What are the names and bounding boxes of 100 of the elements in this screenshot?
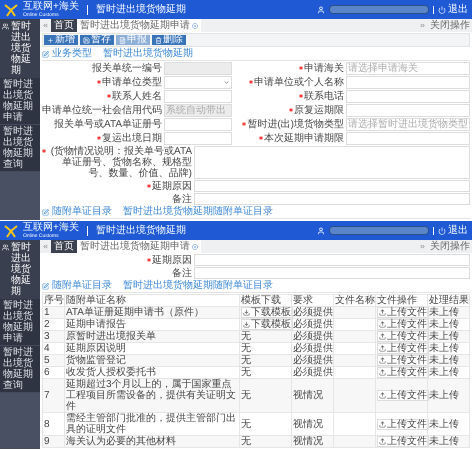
toolbar-button[interactable]: 暂存: [80, 35, 114, 45]
upload-button[interactable]: 上传文件: [377, 319, 429, 330]
upload-icon: [379, 420, 386, 428]
input-field[interactable]: [164, 132, 232, 145]
input-field[interactable]: [346, 132, 470, 145]
section-subtitle[interactable]: 暂时进出境货物延期: [103, 48, 193, 60]
logo-text: 互联网+海关: [23, 222, 79, 233]
table-cell: 海关认为必要的其他材料: [64, 436, 240, 448]
template-text: 无: [241, 343, 251, 354]
upload-button[interactable]: 上传文件: [377, 367, 429, 378]
input-field[interactable]: [346, 76, 470, 89]
text-area[interactable]: [194, 180, 470, 192]
toolbar-button[interactable]: 删除: [152, 35, 186, 45]
close-icon[interactable]: [192, 22, 198, 28]
template-text: 无: [241, 418, 251, 430]
section-title[interactable]: 随附单证目录: [52, 206, 112, 218]
upload-button[interactable]: 上传文件: [377, 307, 429, 318]
upload-button[interactable]: 上传文件: [377, 390, 429, 401]
upload-icon: [379, 392, 386, 399]
tab[interactable]: 暂时进出境货物延期申请: [77, 19, 201, 32]
section-subtitle[interactable]: 暂时进出境货物延期随附单证目录: [123, 280, 273, 292]
button-icon: [119, 36, 126, 44]
field-label: 申请单位或个人名称: [254, 77, 344, 88]
download-template-button[interactable]: 下载模板: [241, 307, 293, 318]
upload-button[interactable]: 上传文件: [377, 436, 429, 447]
table-cell: 视情况: [292, 436, 334, 448]
field-label: 本次延期申请期限: [264, 133, 344, 144]
text-area[interactable]: [194, 254, 470, 266]
sidebar-item[interactable]: 暂时进出境货物延期申请: [0, 78, 40, 125]
upload-button[interactable]: 上传文件: [377, 331, 429, 342]
sidebar-item[interactable]: 暂时进出境货物延期申请: [0, 299, 40, 346]
input-field[interactable]: [346, 104, 470, 117]
download-icon: [243, 309, 250, 316]
upload-icon: [379, 345, 386, 352]
table-cell: 9: [42, 436, 64, 448]
text-area[interactable]: [194, 193, 470, 205]
close-icon[interactable]: [192, 244, 198, 250]
power-icon: [438, 226, 446, 234]
sidebar-item[interactable]: 暂时进出境货物延期查询: [0, 346, 40, 393]
section-title[interactable]: 随附单证目录: [52, 280, 112, 292]
tab[interactable]: 暂时进出境货物延期申请: [77, 240, 201, 253]
group-icon: [2, 244, 9, 251]
field-label: 备注: [172, 194, 192, 204]
field-label: 暂时进(出)境货物类型: [247, 119, 344, 130]
upload-button[interactable]: 上传文件: [377, 355, 429, 366]
readonly-field[interactable]: [164, 62, 232, 75]
upload-icon: [379, 321, 386, 328]
template-text: 无: [241, 390, 251, 401]
template-text: 无: [241, 436, 251, 447]
upload-button[interactable]: 上传文件: [377, 418, 429, 430]
upload-icon: [379, 309, 386, 316]
tab[interactable]: 首页: [51, 240, 77, 253]
column-header: 随附单证名称: [64, 294, 240, 306]
edit-icon: [42, 50, 49, 58]
select-field[interactable]: [164, 76, 232, 89]
close-menu-button[interactable]: 关闭操作: [428, 20, 472, 30]
section-title[interactable]: 业务类型: [52, 48, 92, 60]
logout-button[interactable]: 退出: [438, 4, 468, 14]
button-icon: [155, 36, 162, 44]
upload-icon: [379, 438, 386, 445]
logo-text: 互联网+海关: [23, 1, 79, 12]
close-menu-button[interactable]: 关闭操作: [428, 242, 472, 252]
column-header: 序号: [42, 294, 64, 306]
section-subtitle[interactable]: 暂时进出境货物延期随附单证目录: [123, 206, 273, 218]
power-icon: [438, 6, 446, 14]
field-label: 申请单位统一社会信用代码: [42, 105, 162, 116]
scroll-right-icon[interactable]: [419, 22, 426, 29]
template-text: 无: [241, 367, 251, 378]
scroll-right-icon[interactable]: [419, 243, 426, 250]
field-label: 原复运期限: [294, 105, 344, 116]
input-field[interactable]: [346, 90, 470, 103]
user-icon: [317, 226, 325, 234]
field-label: 申请单位类型: [102, 77, 162, 88]
upload-icon: [379, 333, 386, 340]
download-template-button[interactable]: 下载模板: [241, 319, 293, 330]
field-label: 报关单统一编号: [92, 63, 162, 74]
input-field[interactable]: [164, 90, 232, 103]
logo-icon: [4, 2, 18, 16]
sidebar-group[interactable]: 暂时进出境货物延期: [0, 240, 40, 299]
sidebar-group[interactable]: 暂时进出境货物延期: [0, 19, 40, 78]
field-label: 联系电话: [304, 91, 344, 102]
caret-icon: [223, 79, 230, 86]
field-label: 报关单号或ATA单证册号: [54, 119, 162, 130]
edit-icon: [42, 208, 49, 216]
text-area[interactable]: [194, 146, 470, 179]
input-field[interactable]: [164, 118, 232, 131]
template-text: 无: [241, 355, 251, 366]
sidebar-item[interactable]: 暂时进出境货物延期查询: [0, 125, 40, 172]
tab[interactable]: 首页: [51, 19, 77, 32]
logout-button[interactable]: 退出: [438, 226, 468, 236]
app-title: 暂时进出境货物延期: [96, 2, 186, 17]
scroll-left-icon[interactable]: [42, 22, 49, 29]
text-area[interactable]: [194, 267, 470, 279]
button-icon: [83, 36, 90, 44]
field-label: 延期原因: [152, 180, 192, 192]
field-label: (货物情况说明：报关单号或ATA单证册号、货物名称、规格型号、数量、价值、品牌): [50, 146, 192, 179]
download-icon: [243, 321, 250, 328]
toolbar-button[interactable]: 新增: [44, 35, 78, 45]
upload-button[interactable]: 上传文件: [377, 343, 429, 354]
scroll-left-icon[interactable]: [42, 243, 49, 250]
